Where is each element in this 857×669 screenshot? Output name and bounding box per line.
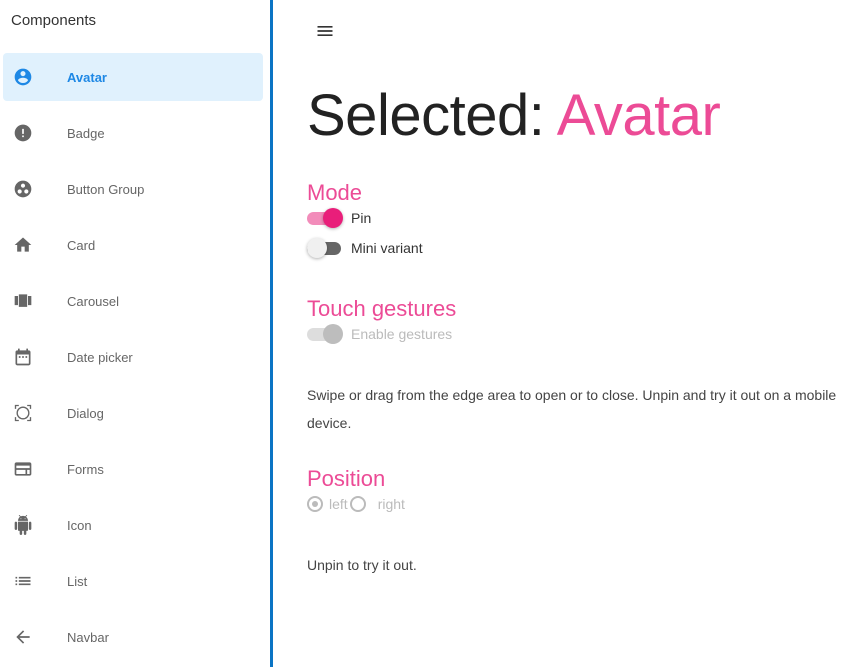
- sidebar: Components Avatar Badge Button Group Car…: [0, 0, 270, 667]
- menu-button[interactable]: [315, 21, 335, 41]
- view-carousel-icon: [13, 291, 33, 311]
- touch-description: Swipe or drag from the edge area to open…: [307, 387, 837, 431]
- gestures-toggle-row: Enable gestures: [307, 323, 452, 345]
- pin-switch[interactable]: [307, 207, 343, 229]
- position-right-label: right: [377, 496, 405, 512]
- sidebar-item-label: Navbar: [67, 629, 109, 645]
- sidebar-item-list[interactable]: List: [3, 557, 263, 605]
- sidebar-item-label: Badge: [67, 125, 105, 141]
- mini-variant-toggle-row[interactable]: Mini variant: [307, 237, 423, 259]
- sidebar-item-forms[interactable]: Forms: [3, 445, 263, 493]
- calendar-icon: [13, 347, 33, 367]
- sidebar-item-label: Date picker: [67, 349, 133, 365]
- mode-section-title: Mode: [307, 180, 363, 205]
- headline-prefix: Selected:: [307, 83, 545, 148]
- sidebar-item-navbar[interactable]: Navbar: [3, 613, 263, 661]
- sidebar-item-label: Carousel: [67, 293, 120, 309]
- group-work-icon: [13, 179, 33, 199]
- sidebar-item-card[interactable]: Card: [3, 221, 263, 269]
- sidebar-item-label: Dialog: [67, 405, 104, 421]
- arrow-back-icon: [13, 627, 33, 647]
- sidebar-item-label: Card: [67, 237, 96, 253]
- sidebar-item-label: Icon: [67, 517, 92, 533]
- position-radio-group: left right: [307, 493, 407, 515]
- main-content: Selected: Avatar Mode Pin Mini variant T…: [273, 0, 857, 667]
- position-right-radio: [349, 496, 366, 512]
- sidebar-nav: Avatar Badge Button Group Card Carousel: [3, 53, 263, 669]
- sidebar-item-button-group[interactable]: Button Group: [3, 165, 263, 213]
- sidebar-title: Components: [11, 12, 97, 29]
- menu-icon: [317, 26, 333, 36]
- android-icon: [13, 515, 33, 535]
- dialog-frame-icon: [13, 403, 33, 423]
- sidebar-item-carousel[interactable]: Carousel: [3, 277, 263, 325]
- position-left-label: left: [329, 496, 348, 512]
- list-icon: [13, 571, 33, 591]
- sidebar-item-label: Forms: [67, 461, 104, 477]
- sidebar-item-dialog[interactable]: Dialog: [3, 389, 263, 437]
- gestures-switch: [307, 323, 343, 345]
- home-icon: [13, 235, 33, 255]
- sidebar-item-badge[interactable]: Badge: [3, 109, 263, 157]
- sidebar-item-date-picker[interactable]: Date picker: [3, 333, 263, 381]
- position-left-radio: [307, 496, 323, 512]
- pin-toggle-row[interactable]: Pin: [307, 207, 371, 229]
- mini-variant-label: Mini variant: [351, 240, 423, 256]
- position-section-title: Position: [307, 466, 386, 491]
- touch-gestures-section-title: Touch gestures: [307, 296, 457, 321]
- account-circle-icon: [13, 67, 33, 87]
- sidebar-item-avatar[interactable]: Avatar: [3, 53, 263, 101]
- sidebar-item-label: List: [67, 573, 88, 589]
- gestures-label: Enable gestures: [351, 326, 453, 342]
- page-title: Selected: Avatar: [307, 82, 721, 149]
- web-form-icon: [13, 459, 33, 479]
- sidebar-item-icon[interactable]: Icon: [3, 501, 263, 549]
- mini-variant-switch[interactable]: [307, 237, 343, 259]
- error-icon: [13, 123, 33, 143]
- headline-selected-value: Avatar: [556, 83, 721, 148]
- sidebar-item-label: Avatar: [67, 69, 107, 85]
- sidebar-item-label: Button Group: [67, 181, 145, 197]
- position-note: Unpin to try it out.: [307, 557, 417, 573]
- pin-label: Pin: [351, 210, 372, 226]
